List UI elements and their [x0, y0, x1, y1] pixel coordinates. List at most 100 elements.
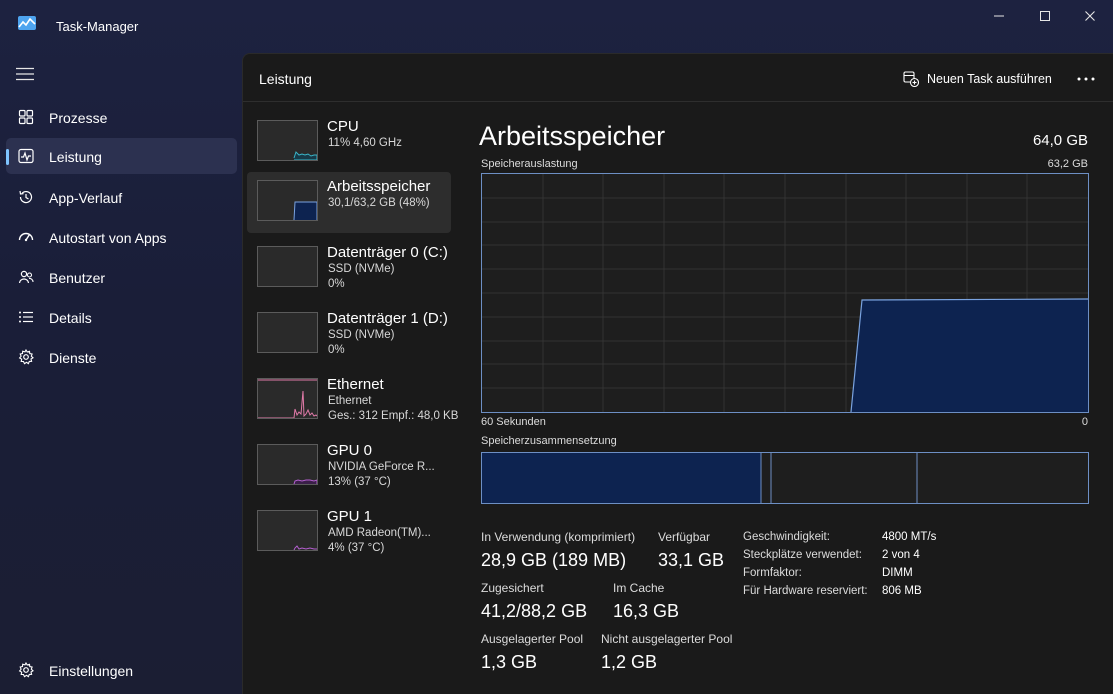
resource-detail: 11% 4,60 GHz: [328, 137, 402, 149]
sidebar-item-label: Dienste: [49, 350, 97, 366]
in-use-value: 28,9 GB (189 MB): [481, 550, 627, 570]
resource-throughput: Ges.: 312 Empf.: 48,0 KB: [328, 410, 459, 422]
close-button[interactable]: [1067, 0, 1113, 32]
disk-0-thumbnail-graph: [257, 246, 318, 287]
resource-item-memory[interactable]: Arbeitsspeicher 30,1/63,2 GB (48%): [247, 172, 451, 233]
hardware-reserved-value: 806 MB: [882, 585, 922, 597]
sidebar-item-app-verlauf[interactable]: App-Verlauf: [6, 179, 237, 215]
sidebar-item-benutzer[interactable]: Benutzer: [6, 259, 237, 295]
task-manager-app-icon: [18, 16, 36, 30]
committed-label: Zugesichert: [481, 581, 544, 595]
usage-graph-max: 63,2 GB: [1047, 158, 1088, 170]
sidebar-item-autostart[interactable]: Autostart von Apps: [6, 219, 237, 255]
in-use-label: In Verwendung (komprimiert): [481, 530, 636, 544]
resource-detail: SSD (NVMe): [328, 329, 395, 341]
sidebar-item-leistung[interactable]: Leistung: [6, 138, 237, 174]
graph-zero: 0: [1081, 416, 1088, 428]
memory-total: 64,0 GB: [1032, 132, 1088, 149]
resource-item-cpu[interactable]: CPU 11% 4,60 GHz: [247, 112, 451, 173]
resource-name: CPU: [327, 118, 359, 135]
more-options-icon: [1077, 77, 1095, 81]
new-task-button[interactable]: Neuen Task ausführen: [903, 66, 1052, 92]
slots-used-value: 2 von 4: [882, 549, 920, 561]
sidebar-item-label: Details: [49, 310, 92, 326]
resource-usage: 13% (37 °C): [328, 476, 391, 488]
resource-detail: AMD Radeon(TM)...: [328, 527, 431, 539]
resource-detail: NVIDIA GeForce R...: [328, 461, 435, 473]
speed-value: 4800 MT/s: [882, 531, 937, 543]
ethernet-thumbnail-graph: [257, 378, 318, 419]
memory-thumbnail-graph: [257, 180, 318, 221]
main-header: Leistung Neuen Task ausführen: [243, 54, 1113, 102]
speed-label: Geschwindigkeit:: [743, 531, 830, 543]
memory-composition-bar: [481, 452, 1089, 504]
resource-name: GPU 1: [327, 508, 373, 525]
resource-item-ethernet[interactable]: Ethernet Ethernet Ges.: 312 Empf.: 48,0 …: [247, 370, 458, 431]
available-label: Verfügbar: [658, 530, 711, 544]
performance-icon: [18, 148, 34, 164]
resource-detail: 30,1/63,2 GB (48%): [328, 197, 430, 209]
resource-usage: 0%: [328, 344, 345, 356]
sidebar-item-label: Autostart von Apps: [49, 230, 167, 246]
resource-name: Arbeitsspeicher: [327, 178, 431, 195]
resource-item-gpu-1[interactable]: GPU 1 AMD Radeon(TM)... 4% (37 °C): [247, 502, 451, 563]
resource-name: Ethernet: [327, 376, 384, 393]
form-factor-label: Formfaktor:: [743, 567, 802, 579]
hamburger-menu-icon[interactable]: [16, 67, 34, 81]
slots-used-label: Steckplätze verwendet:: [743, 549, 862, 561]
nonpaged-pool-value: 1,2 GB: [601, 652, 658, 672]
history-icon: [19, 190, 33, 204]
resource-usage: 4% (37 °C): [328, 542, 385, 554]
new-task-icon: [903, 71, 919, 87]
sidebar-item-einstellungen[interactable]: Einstellungen: [6, 652, 237, 688]
composition-label: Speicherzusammensetzung: [481, 435, 617, 447]
available-value: 33,1 GB: [658, 550, 725, 570]
resource-usage: 0%: [328, 278, 345, 290]
settings-gear-icon: [18, 662, 34, 678]
cached-label: Im Cache: [613, 581, 665, 595]
resource-item-disk-1[interactable]: Datenträger 1 (D:) SSD (NVMe) 0%: [247, 304, 451, 365]
services-icon: [18, 349, 34, 365]
users-icon: [18, 270, 34, 284]
startup-icon: [18, 232, 34, 242]
maximize-button[interactable]: [1022, 0, 1068, 32]
details-icon: [19, 311, 33, 323]
paged-pool-label: Ausgelagerter Pool: [481, 632, 584, 646]
more-options-button[interactable]: [1073, 66, 1099, 92]
minimize-button[interactable]: [976, 0, 1022, 32]
resource-item-disk-0[interactable]: Datenträger 0 (C:) SSD (NVMe) 0%: [247, 238, 451, 299]
cpu-thumbnail-graph: [257, 120, 318, 161]
sidebar-item-dienste[interactable]: Dienste: [6, 339, 237, 375]
resource-name: GPU 0: [327, 442, 373, 459]
new-task-label: Neuen Task ausführen: [927, 72, 1052, 86]
close-icon: [1085, 11, 1095, 21]
sidebar-item-label: App-Verlauf: [49, 190, 123, 206]
minimize-icon: [994, 15, 1004, 17]
sidebar-item-label: Leistung: [49, 149, 102, 165]
task-manager-window: Task-Manager Prozesse Leistung App-Verla…: [0, 0, 1113, 694]
sidebar-item-details[interactable]: Details: [6, 299, 237, 335]
resource-item-gpu-0[interactable]: GPU 0 NVIDIA GeForce R... 13% (37 °C): [247, 436, 451, 497]
resource-detail: SSD (NVMe): [328, 263, 395, 275]
active-indicator: [6, 149, 9, 165]
hardware-reserved-label: Für Hardware reserviert:: [743, 585, 868, 597]
disk-1-thumbnail-graph: [257, 312, 318, 353]
main-panel: Leistung Neuen Task ausführen CPU 11% 4,…: [242, 53, 1113, 694]
gpu-1-thumbnail-graph: [257, 510, 318, 551]
gpu-0-thumbnail-graph: [257, 444, 318, 485]
title-bar: Task-Manager: [0, 0, 1113, 50]
sidebar-item-prozesse[interactable]: Prozesse: [6, 99, 237, 135]
usage-graph-label: Speicherauslastung: [481, 158, 578, 170]
graph-timespan: 60 Sekunden: [481, 416, 546, 428]
paged-pool-value: 1,3 GB: [481, 652, 538, 672]
sidebar-item-label: Prozesse: [49, 110, 108, 126]
sidebar-item-label: Benutzer: [49, 270, 106, 286]
maximize-icon: [1040, 11, 1050, 21]
nonpaged-pool-label: Nicht ausgelagerter Pool: [601, 632, 733, 646]
sidebar-item-label: Einstellungen: [49, 663, 134, 679]
app-title: Task-Manager: [56, 19, 139, 34]
processes-icon: [18, 109, 34, 125]
form-factor-value: DIMM: [882, 567, 913, 579]
resource-detail: Ethernet: [328, 395, 372, 407]
memory-usage-graph: [481, 173, 1089, 413]
